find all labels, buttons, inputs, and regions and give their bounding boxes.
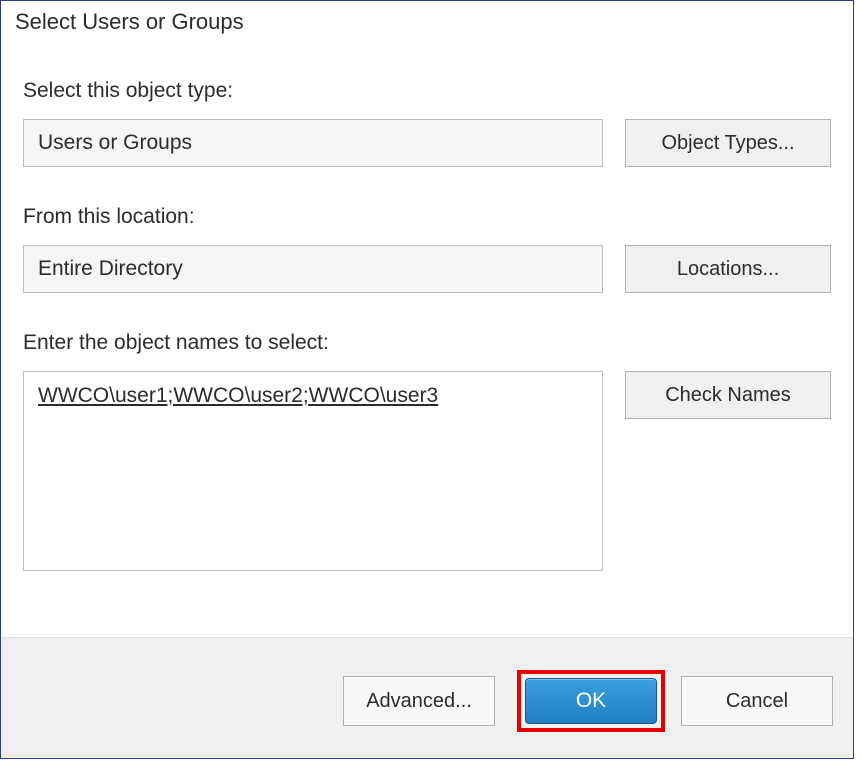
locations-button[interactable]: Locations... — [625, 245, 831, 293]
select-users-groups-dialog: Select Users or Groups Select this objec… — [0, 0, 854, 759]
location-label: From this location: — [23, 205, 831, 229]
cancel-button[interactable]: Cancel — [681, 676, 833, 726]
location-row: Entire Directory Locations... — [23, 245, 831, 293]
object-types-button[interactable]: Object Types... — [625, 119, 831, 167]
check-names-button[interactable]: Check Names — [625, 371, 831, 419]
ok-button[interactable]: OK — [525, 678, 657, 724]
object-type-label: Select this object type: — [23, 79, 831, 103]
object-type-row: Users or Groups Object Types... — [23, 119, 831, 167]
advanced-button[interactable]: Advanced... — [343, 676, 495, 726]
object-type-field: Users or Groups — [23, 119, 603, 167]
object-names-input[interactable] — [23, 371, 603, 571]
object-names-row: Check Names — [23, 371, 831, 571]
dialog-title: Select Users or Groups — [1, 1, 853, 43]
dialog-body: Select this object type: Users or Groups… — [1, 43, 853, 637]
location-field: Entire Directory — [23, 245, 603, 293]
ok-highlight: OK — [517, 670, 665, 732]
dialog-footer: Advanced... OK Cancel — [1, 637, 853, 758]
object-names-label: Enter the object names to select: — [23, 331, 831, 355]
